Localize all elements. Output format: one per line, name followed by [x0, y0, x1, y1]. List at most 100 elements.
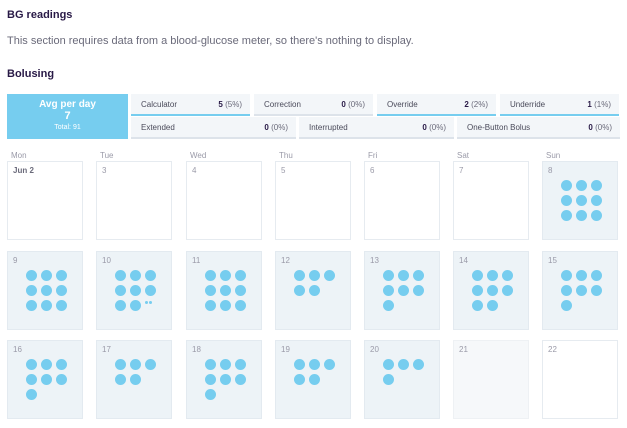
bolus-dot[interactable] — [235, 270, 246, 281]
bolus-dot[interactable] — [591, 285, 602, 296]
calendar-day[interactable]: 20 — [364, 340, 440, 419]
bolus-dot[interactable] — [413, 359, 424, 370]
bolus-dot[interactable] — [56, 359, 67, 370]
bolus-dot[interactable] — [472, 285, 483, 296]
calendar-day[interactable]: Jun 2 — [7, 161, 83, 240]
calendar-day[interactable]: 14 — [453, 251, 529, 330]
bolus-dot[interactable] — [130, 285, 141, 296]
bolus-dot[interactable] — [205, 270, 216, 281]
bolus-dot[interactable] — [205, 389, 216, 400]
bolus-dot[interactable] — [220, 359, 231, 370]
bolus-dot[interactable] — [115, 300, 126, 311]
bolus-dot[interactable] — [26, 374, 37, 385]
bolus-dot[interactable] — [561, 180, 572, 191]
bolus-dot[interactable] — [576, 180, 587, 191]
bolus-dot[interactable] — [115, 374, 126, 385]
calendar-day[interactable]: 9 — [7, 251, 83, 330]
bolus-dot[interactable] — [561, 300, 572, 311]
bolus-dot[interactable] — [309, 270, 320, 281]
bolus-dot[interactable] — [205, 374, 216, 385]
bolus-dot[interactable] — [383, 374, 394, 385]
calendar-day[interactable]: 6 — [364, 161, 440, 240]
bolus-dot[interactable] — [487, 300, 498, 311]
bolus-dot[interactable] — [56, 374, 67, 385]
calendar-day[interactable]: 11 — [186, 251, 262, 330]
calendar-day[interactable]: 15 — [542, 251, 618, 330]
stat-extended[interactable]: Extended 0 (0%) — [131, 117, 296, 139]
bolus-dot[interactable] — [398, 270, 409, 281]
calendar-day[interactable]: 22 — [542, 340, 618, 419]
calendar-day[interactable]: 10 — [96, 251, 172, 330]
bolus-dot[interactable] — [26, 389, 37, 400]
bolus-dot[interactable] — [472, 300, 483, 311]
bolus-dot[interactable] — [26, 300, 37, 311]
bolus-dot[interactable] — [56, 270, 67, 281]
calendar-day[interactable]: 18 — [186, 340, 262, 419]
bolus-dot[interactable] — [591, 270, 602, 281]
calendar-day[interactable]: 7 — [453, 161, 529, 240]
bolus-dot[interactable] — [576, 195, 587, 206]
bolus-dot[interactable] — [487, 270, 498, 281]
bolus-dot[interactable] — [41, 359, 52, 370]
bolus-dot[interactable] — [383, 359, 394, 370]
calendar-day[interactable]: 4 — [186, 161, 262, 240]
bolus-dot[interactable] — [205, 285, 216, 296]
bolus-dot[interactable] — [294, 374, 305, 385]
bolus-dot[interactable] — [502, 270, 513, 281]
calendar-day[interactable]: 5 — [275, 161, 351, 240]
stat-correction[interactable]: Correction 0 (0%) — [254, 94, 373, 116]
bolus-dot[interactable] — [220, 374, 231, 385]
bolus-dot[interactable] — [398, 359, 409, 370]
stat-override[interactable]: Override 2 (2%) — [377, 94, 496, 116]
bolus-dot[interactable] — [502, 285, 513, 296]
bolus-dot[interactable] — [115, 359, 126, 370]
bolus-dot[interactable] — [130, 300, 141, 311]
bolus-dot[interactable] — [235, 374, 246, 385]
calendar-day[interactable]: 13 — [364, 251, 440, 330]
bolus-dot[interactable] — [145, 285, 156, 296]
bolus-dot[interactable] — [309, 374, 320, 385]
calendar-day[interactable]: 8 — [542, 161, 618, 240]
bolus-dot[interactable] — [294, 359, 305, 370]
bolus-dot[interactable] — [561, 270, 572, 281]
bolus-dot[interactable] — [130, 374, 141, 385]
bolus-dot[interactable] — [413, 270, 424, 281]
bolus-dot[interactable] — [294, 285, 305, 296]
calendar-day[interactable]: 17 — [96, 340, 172, 419]
stat-interrupted[interactable]: Interrupted 0 (0%) — [299, 117, 454, 139]
bolus-dot[interactable] — [130, 359, 141, 370]
bolus-dot[interactable] — [576, 270, 587, 281]
bolus-dot[interactable] — [235, 359, 246, 370]
bolus-dot[interactable] — [561, 210, 572, 221]
bolus-dot[interactable] — [591, 210, 602, 221]
stat-calculator[interactable]: Calculator 5 (5%) — [131, 94, 250, 116]
stat-underride[interactable]: Underride 1 (1%) — [500, 94, 619, 116]
bolus-dot[interactable] — [383, 300, 394, 311]
bolus-dot[interactable] — [220, 285, 231, 296]
bolus-dot[interactable] — [26, 285, 37, 296]
bolus-dot[interactable] — [145, 270, 156, 281]
bolus-dot[interactable] — [324, 270, 335, 281]
bolus-dot[interactable] — [26, 359, 37, 370]
bolus-dot[interactable] — [56, 285, 67, 296]
bolus-dot[interactable] — [383, 270, 394, 281]
bolus-dot[interactable] — [576, 285, 587, 296]
bolus-dot[interactable] — [205, 359, 216, 370]
bolus-dot[interactable] — [235, 300, 246, 311]
bolus-dot[interactable] — [115, 270, 126, 281]
bolus-dot[interactable] — [561, 195, 572, 206]
bolus-dot[interactable] — [487, 285, 498, 296]
bolus-dot[interactable] — [26, 270, 37, 281]
stat-one-button-bolus[interactable]: One-Button Bolus 0 (0%) — [457, 117, 620, 139]
bolus-dot[interactable] — [41, 300, 52, 311]
bolus-dot[interactable] — [41, 270, 52, 281]
bolus-dot[interactable] — [130, 270, 141, 281]
bolus-dot[interactable] — [220, 300, 231, 311]
bolus-dot[interactable] — [41, 285, 52, 296]
bolus-dot[interactable] — [205, 300, 216, 311]
bolus-dot[interactable] — [472, 270, 483, 281]
bolus-dot[interactable] — [591, 180, 602, 191]
bolus-dot[interactable] — [591, 195, 602, 206]
bolus-dot[interactable] — [294, 270, 305, 281]
bolus-dot[interactable] — [220, 270, 231, 281]
